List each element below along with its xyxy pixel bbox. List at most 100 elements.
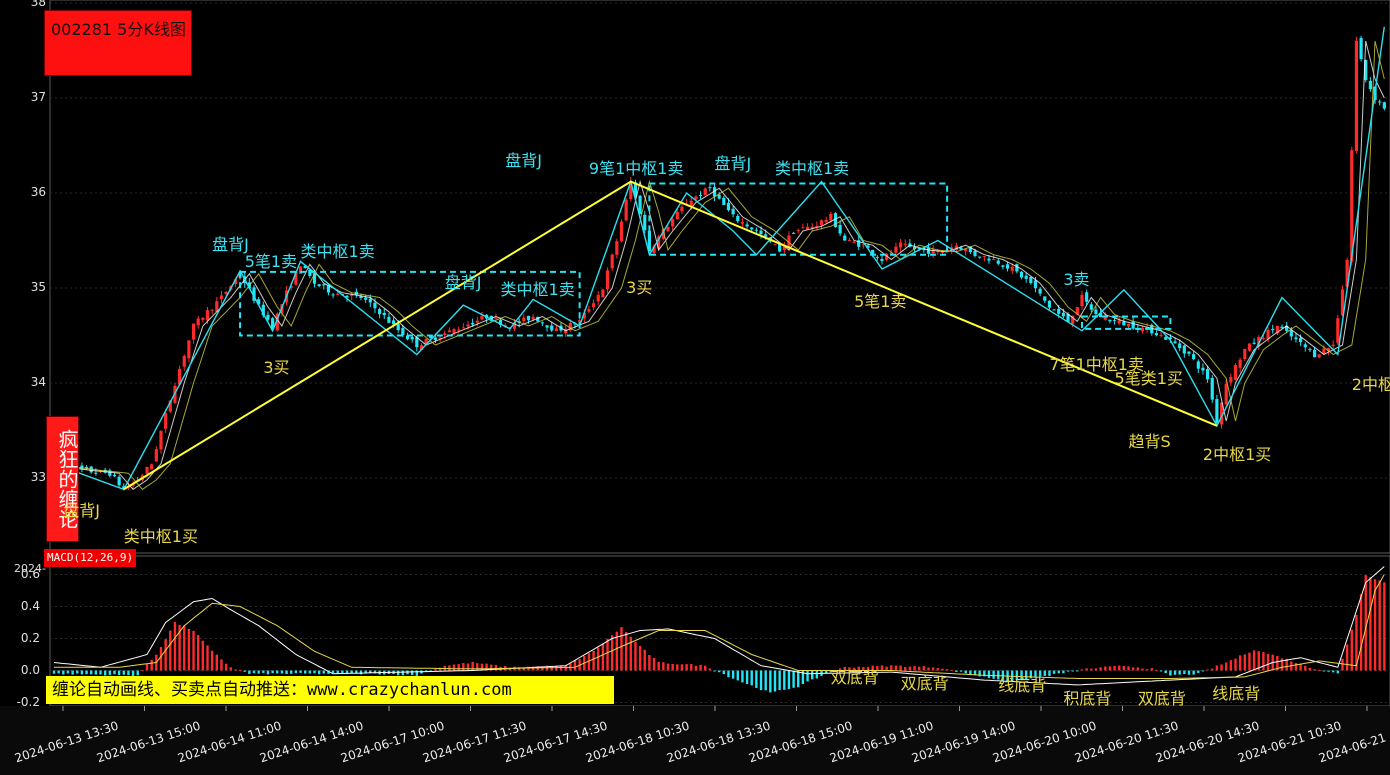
chart-title: 002281 5分K线图 bbox=[51, 20, 186, 39]
candle-body bbox=[987, 258, 991, 261]
macd-hist-bar bbox=[196, 635, 200, 671]
macd-hist-bar bbox=[331, 670, 335, 674]
candle-body bbox=[219, 295, 224, 299]
candle-body bbox=[1192, 354, 1196, 360]
candle-body bbox=[740, 222, 745, 224]
macd-hist-bar bbox=[164, 639, 167, 671]
macd-hist-bar bbox=[1187, 670, 1191, 675]
macd-hist-bar bbox=[1192, 670, 1195, 675]
candle-body bbox=[1354, 40, 1359, 151]
macd-hist-bar bbox=[890, 665, 893, 671]
macd-hist-bar bbox=[322, 670, 325, 674]
macd-hist-bar bbox=[1304, 665, 1307, 671]
macd-hist-bar bbox=[992, 670, 995, 679]
macd-hist-bar bbox=[210, 650, 214, 671]
candle-body bbox=[1061, 312, 1065, 317]
candle-body bbox=[410, 336, 414, 340]
macd-hist-bar bbox=[266, 670, 270, 675]
macd-hist-bar bbox=[1155, 669, 1158, 671]
macd-hist-bar bbox=[476, 663, 479, 671]
candle-body bbox=[852, 242, 856, 244]
macd-hist-bar bbox=[690, 664, 693, 671]
candle-body bbox=[443, 333, 447, 336]
candle-body bbox=[671, 219, 675, 227]
macd-hist-bar bbox=[1052, 670, 1056, 674]
candle-body bbox=[1271, 329, 1275, 331]
candle-body bbox=[1085, 292, 1089, 302]
macd-divergence-annotation: 线底背 bbox=[998, 675, 1047, 695]
macd-hist-bar bbox=[1090, 668, 1093, 671]
macd-hist-bar bbox=[1099, 667, 1102, 671]
candle-body bbox=[1378, 101, 1382, 103]
macd-hist-bar bbox=[113, 670, 116, 675]
macd-hist-bar bbox=[1313, 669, 1316, 671]
candle-body bbox=[1238, 359, 1242, 368]
macd-hist-bar bbox=[1057, 670, 1060, 674]
macd-hist-bar bbox=[1220, 664, 1223, 671]
macd-hist-bar bbox=[955, 670, 958, 672]
candle-body bbox=[708, 187, 712, 189]
y-tick-label: 35 bbox=[30, 280, 46, 294]
candle-body bbox=[1019, 271, 1024, 278]
macd-hist-bar bbox=[657, 661, 660, 671]
macd-y-tick-label: 0.0 bbox=[20, 662, 40, 677]
macd-hist-bar bbox=[648, 654, 651, 671]
macd-divergence-annotation: 双底背 bbox=[900, 674, 949, 694]
signal-annotation: 盘背J bbox=[444, 272, 482, 292]
macd-hist-bar bbox=[592, 650, 595, 671]
signal-annotation: 盘背J bbox=[505, 150, 542, 170]
candle-body bbox=[698, 194, 703, 196]
candle-body bbox=[1359, 37, 1363, 60]
macd-hist-bar bbox=[1169, 670, 1172, 676]
candle-body bbox=[926, 247, 931, 254]
candle-body bbox=[801, 227, 805, 229]
candle-body bbox=[978, 256, 982, 258]
brand-side-label: 疯狂的缠论 bbox=[46, 416, 79, 542]
candle-body bbox=[829, 213, 833, 221]
macd-hist-bar bbox=[1359, 594, 1363, 671]
macd-hist-bar bbox=[290, 670, 293, 674]
candle-body bbox=[117, 476, 121, 486]
macd-hist-bar bbox=[1383, 582, 1386, 671]
candle-body bbox=[317, 284, 321, 287]
macd-hist-bar bbox=[1234, 658, 1237, 671]
signal-annotation: 5笔1卖 bbox=[854, 291, 907, 311]
macd-hist-bar bbox=[117, 670, 121, 676]
macd-hist-bar bbox=[736, 670, 739, 681]
macd-hist-bar bbox=[606, 638, 609, 671]
macd-hist-bar bbox=[94, 670, 98, 675]
macd-hist-bar bbox=[620, 627, 623, 671]
promo-banner[interactable]: 缠论自动画线、买卖点自动推送：www.crazychanlun.com bbox=[46, 676, 614, 704]
macd-hist-bar bbox=[108, 670, 112, 675]
candle-body bbox=[1094, 309, 1098, 315]
candle-body bbox=[522, 317, 526, 322]
candle-body bbox=[1336, 318, 1340, 343]
candle-body bbox=[150, 464, 154, 470]
macd-hist-bar bbox=[573, 660, 577, 671]
macd-hist-bar bbox=[313, 670, 316, 674]
candle-body bbox=[1178, 343, 1182, 349]
macd-hist-bar bbox=[1122, 665, 1126, 671]
macd-hist-bar bbox=[234, 669, 237, 671]
macd-hist-bar bbox=[1327, 670, 1330, 672]
candle-body bbox=[1196, 361, 1200, 369]
macd-hist-bar bbox=[671, 663, 674, 671]
macd-hist-bar bbox=[90, 670, 93, 675]
macd-hist-bar bbox=[76, 670, 79, 674]
candle-body bbox=[391, 320, 396, 325]
macd-hist-bar bbox=[1215, 665, 1219, 671]
macd-hist-bar bbox=[1322, 670, 1326, 672]
macd-hist-bar bbox=[159, 646, 163, 671]
candle-body bbox=[838, 225, 842, 234]
macd-hist-bar bbox=[299, 670, 302, 673]
macd-hist-bar bbox=[448, 665, 451, 671]
macd-hist-bar bbox=[1211, 668, 1214, 671]
macd-hist-bar bbox=[1201, 670, 1205, 672]
macd-hist-bar bbox=[1164, 670, 1167, 674]
candle-body bbox=[982, 256, 986, 258]
macd-hist-bar bbox=[1350, 629, 1353, 671]
candle-body bbox=[754, 229, 758, 231]
candle-body bbox=[210, 309, 214, 311]
macd-hist-bar bbox=[122, 670, 125, 675]
candle-body bbox=[973, 250, 977, 256]
